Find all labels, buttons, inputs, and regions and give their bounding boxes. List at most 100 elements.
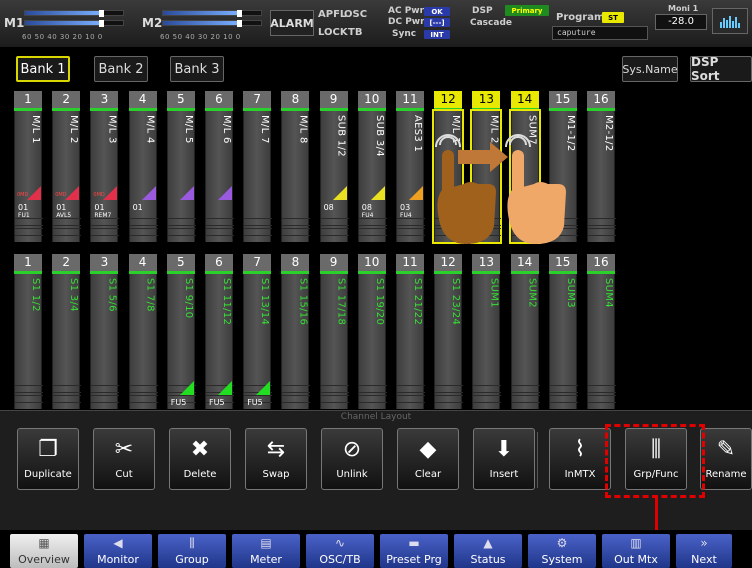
apfl-indicator[interactable]: APFL bbox=[318, 9, 346, 20]
channel-strip[interactable]: 11 S1 21/22 bbox=[396, 254, 425, 409]
fader-slot bbox=[435, 395, 464, 403]
channel-number: 14 bbox=[510, 91, 539, 108]
channel-strip[interactable]: 14 SUM2 bbox=[510, 254, 540, 409]
channel-strip[interactable]: 7 S1 13/14 FU5 bbox=[243, 254, 273, 409]
channel-strip[interactable]: 3 M/L 3 0MD 01 REM7 bbox=[90, 91, 120, 242]
channel-body: S1 17/18 bbox=[319, 274, 349, 409]
channel-body: S1 1/2 bbox=[14, 274, 43, 409]
fader-slot bbox=[358, 385, 387, 393]
channel-footer: 08 FU4 bbox=[362, 204, 374, 220]
fader-slot bbox=[588, 395, 616, 403]
channel-body: S1 21/22 bbox=[396, 274, 425, 409]
fader-slot bbox=[282, 228, 311, 236]
nav-label: Preset Prg bbox=[386, 553, 442, 566]
fader-slot bbox=[473, 395, 502, 403]
delete-button[interactable]: ✖ Delete bbox=[169, 428, 231, 490]
channel-strip[interactable]: 9 SUB 1/2 08 bbox=[319, 91, 349, 242]
channel-strip[interactable]: 4 M/L 4 01 bbox=[128, 91, 158, 242]
fader-slot bbox=[358, 395, 387, 403]
channel-number: 16 bbox=[587, 254, 615, 271]
nav-next[interactable]: » Next bbox=[676, 534, 732, 568]
assign-marker bbox=[218, 186, 232, 200]
program-label: Program bbox=[556, 12, 605, 23]
channel-strip[interactable]: 16 SUM4 bbox=[587, 254, 616, 409]
meter-m1-scale: 60 50 40 30 20 10 0 bbox=[22, 33, 103, 41]
channel-number: 11 bbox=[396, 91, 424, 108]
swap-button[interactable]: ⇆ Swap bbox=[245, 428, 307, 490]
bank-2-tab[interactable]: Bank 2 bbox=[94, 56, 148, 82]
nav-meter[interactable]: ▤ Meter bbox=[232, 534, 300, 568]
channel-body: M/L 7 bbox=[243, 111, 273, 242]
channel-strip[interactable]: 8 S1 15/16 bbox=[281, 254, 311, 409]
alarm-button[interactable]: ALARM bbox=[270, 10, 314, 36]
channel-name: M/L 5 bbox=[182, 115, 194, 144]
channel-strip[interactable]: 15 SUM3 bbox=[548, 254, 578, 409]
channel-number: 3 bbox=[90, 254, 119, 271]
clear-button[interactable]: ◆ Clear bbox=[397, 428, 459, 490]
channel-strip[interactable]: 7 M/L 7 bbox=[243, 91, 273, 242]
channel-strip[interactable]: 12 S1 23/24 bbox=[434, 254, 464, 409]
channel-number: 2 bbox=[52, 254, 81, 271]
unlink-button[interactable]: ⊘ Unlink bbox=[321, 428, 383, 490]
channel-name: S1 21/22 bbox=[412, 278, 423, 326]
osc-indicator[interactable]: OSC bbox=[344, 9, 367, 20]
channel-strip[interactable]: 1 S1 1/2 bbox=[14, 254, 43, 409]
lock-indicator[interactable]: LOCK bbox=[318, 27, 348, 38]
channel-strip[interactable]: 1 M/L 1 0MD 01 FU1 bbox=[14, 91, 43, 242]
channel-strip[interactable]: 2 M/L 2 0MD 01 AVL5 bbox=[52, 91, 82, 242]
channel-strip[interactable]: 10 SUB 3/4 08 FU4 bbox=[357, 91, 387, 242]
nav-out-mtx[interactable]: ▥ Out Mtx bbox=[602, 534, 670, 568]
channel-strip[interactable]: 9 S1 17/18 bbox=[319, 254, 349, 409]
channel-number: 7 bbox=[243, 91, 272, 108]
sync-status: INT bbox=[424, 30, 450, 39]
channel-footer-value: FU5 bbox=[209, 398, 225, 407]
nav-overview[interactable]: ▦ Overview bbox=[10, 534, 78, 568]
channel-body: M2-1/2 bbox=[587, 111, 616, 242]
insert-button[interactable]: ⬇ Insert bbox=[473, 428, 535, 490]
sys-name-button[interactable]: Sys.Name bbox=[622, 56, 678, 82]
assign-marker bbox=[256, 381, 271, 395]
channel-body: S1 3/4 bbox=[52, 274, 82, 409]
channel-name: S1 5/6 bbox=[106, 278, 118, 312]
nav-group[interactable]: ⫼ Group bbox=[158, 534, 226, 568]
inmtx-button[interactable]: ⌇ InMTX bbox=[549, 428, 611, 490]
nav-preset-prg[interactable]: ▬ Preset Prg bbox=[380, 534, 448, 568]
dsp-sort-button[interactable]: DSP Sort bbox=[690, 55, 752, 83]
channel-strip[interactable]: 4 S1 7/8 bbox=[128, 254, 158, 409]
unlink-icon: ⊘ bbox=[342, 436, 362, 462]
tb-indicator[interactable]: TB bbox=[348, 27, 362, 38]
bank-3-tab[interactable]: Bank 3 bbox=[170, 56, 224, 82]
channel-strip[interactable]: 5 M/L 5 bbox=[166, 91, 196, 242]
moni-level[interactable]: -28.0 bbox=[655, 14, 707, 30]
nav-monitor[interactable]: ◀ Monitor bbox=[84, 534, 152, 568]
edit-button-label: Insert bbox=[489, 469, 519, 480]
channel-strip[interactable]: 3 S1 5/6 bbox=[90, 254, 120, 409]
nav-osc-tb[interactable]: ∿ OSC/TB bbox=[306, 534, 374, 568]
duplicate-button[interactable]: ❐ Duplicate bbox=[17, 428, 79, 490]
channel-strip[interactable]: 8 M/L 8 bbox=[281, 91, 311, 242]
channel-footer: FU5 bbox=[247, 399, 263, 407]
channel-strip[interactable]: 10 S1 19/20 bbox=[357, 254, 387, 409]
channel-strip[interactable]: 2 S1 3/4 bbox=[52, 254, 82, 409]
assign-marker bbox=[179, 186, 194, 200]
channel-strip[interactable]: 13 SUM1 bbox=[472, 254, 502, 409]
cut-button[interactable]: ✂ Cut bbox=[93, 428, 155, 490]
channel-tag: 0MD bbox=[55, 192, 67, 198]
swap-icon: ⇆ bbox=[266, 436, 286, 462]
channel-body: S1 19/20 bbox=[357, 274, 387, 409]
channel-strip[interactable]: 6 S1 11/12 FU5 bbox=[205, 254, 234, 409]
rename-button[interactable]: ✎ Rename bbox=[700, 428, 752, 490]
meter-m1-label: M1 bbox=[4, 16, 25, 30]
channel-strip[interactable]: 16 M2-1/2 bbox=[587, 91, 616, 242]
nav-status[interactable]: ▲ Status bbox=[454, 534, 522, 568]
moni-label: Moni 1 bbox=[668, 4, 699, 13]
channel-name: M/L 7 bbox=[259, 115, 271, 144]
grid-icon: ▦ bbox=[38, 536, 50, 550]
program-name-field[interactable]: caputure bbox=[552, 26, 648, 40]
bank-1-tab[interactable]: Bank 1 bbox=[16, 56, 70, 82]
channel-strip[interactable]: 5 S1 9/10 FU5 bbox=[166, 254, 196, 409]
nav-system[interactable]: ⚙ System bbox=[528, 534, 596, 568]
fader-slot bbox=[129, 395, 158, 403]
channel-strip[interactable]: 6 M/L 6 bbox=[205, 91, 234, 242]
spectrum-icon[interactable] bbox=[712, 8, 748, 34]
